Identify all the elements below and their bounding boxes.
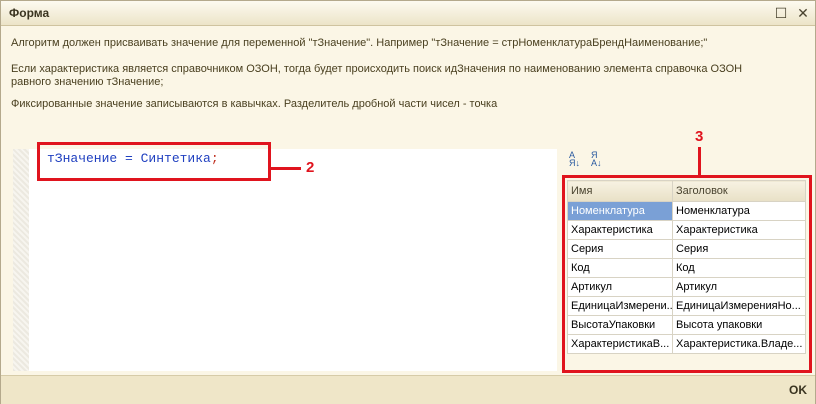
description-line-2a: Если характеристика является справочнико… [11,63,743,75]
form-window: Форма ☐ ✕ Алгоритм должен присваивать зн… [0,0,816,404]
annotation-number-2: 2 [306,159,315,176]
sort-za-icon[interactable]: Я А↓ [591,151,609,168]
editor-gutter [13,149,29,371]
sort-az-icon[interactable]: А Я↓ [569,151,587,168]
window-title: Форма [9,6,50,20]
sort-toolbar: А Я↓Я А↓ [569,151,613,171]
footer-bar: OK [1,375,815,404]
code-editor[interactable] [13,149,557,371]
maximize-icon[interactable]: ☐ [773,5,789,21]
description-line-1: Алгоритм должен присваивать значение для… [11,37,708,49]
annotation-number-3: 3 [695,128,704,145]
annotation-line-editor [271,167,301,170]
annotation-box-editor [37,142,271,181]
description-line-3: Фиксированные значение записываются в ка… [11,98,498,110]
description-line-2b: равного значению тЗначение; [11,76,164,88]
ok-button[interactable]: OK [789,383,807,397]
annotation-box-table [562,175,812,373]
close-icon[interactable]: ✕ [795,5,811,21]
title-bar: Форма ☐ ✕ [1,1,815,26]
annotation-line-table [698,147,701,177]
